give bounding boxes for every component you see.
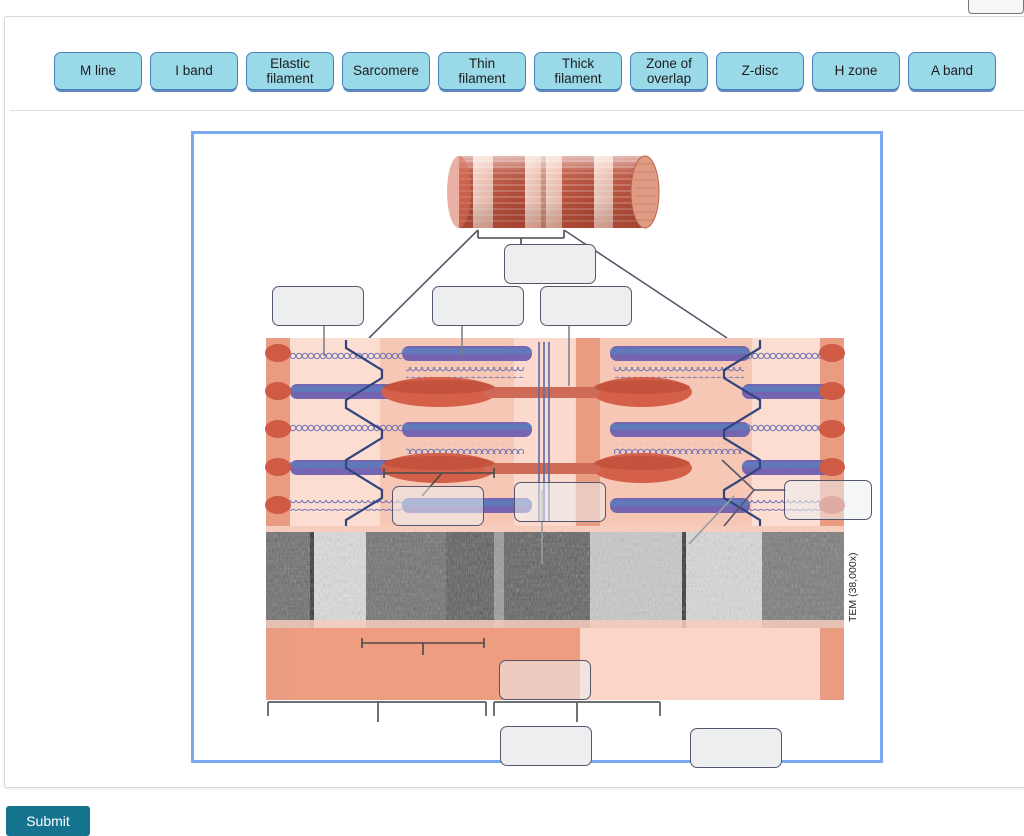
answer-slot-mid-center[interactable] bbox=[514, 482, 606, 522]
top-toolbar-button[interactable] bbox=[968, 0, 1024, 14]
diagram-frame: TEM (38,000x) bbox=[191, 131, 883, 768]
question-card: M line I band Elastic filament Sarcomere… bbox=[4, 16, 1024, 788]
word-chip-elastic-filament[interactable]: Elastic filament bbox=[246, 52, 334, 90]
page-root: M line I band Elastic filament Sarcomere… bbox=[0, 0, 1024, 836]
answer-slot-bottom-right[interactable] bbox=[690, 728, 782, 768]
word-chip-h-zone[interactable]: H zone bbox=[812, 52, 900, 90]
word-chip-m-line[interactable]: M line bbox=[54, 52, 142, 90]
answer-slot-bottom-left[interactable] bbox=[500, 726, 592, 766]
word-chip-z-disc[interactable]: Z-disc bbox=[716, 52, 804, 90]
word-bank-chip-list: M line I band Elastic filament Sarcomere… bbox=[54, 52, 996, 90]
horizontal-scrollbar[interactable] bbox=[4, 766, 1024, 790]
word-chip-zone-of-overlap[interactable]: Zone of overlap bbox=[630, 52, 708, 90]
word-chip-a-band[interactable]: A band bbox=[908, 52, 996, 90]
word-chip-thin-filament[interactable]: Thin filament bbox=[438, 52, 526, 90]
word-chip-sarcomere[interactable]: Sarcomere bbox=[342, 52, 430, 90]
answer-slot-upper-right[interactable] bbox=[540, 286, 632, 326]
answer-slot-lower-center[interactable] bbox=[499, 660, 591, 700]
answer-slot-mid-right[interactable] bbox=[784, 480, 872, 520]
answer-slot-mid-left[interactable] bbox=[392, 486, 484, 526]
word-bank-panel: M line I band Elastic filament Sarcomere… bbox=[10, 18, 1024, 111]
myofibril-cylinder bbox=[447, 155, 660, 229]
answer-slot-myofibril-top[interactable] bbox=[504, 244, 596, 284]
micrograph-caption: TEM (38,000x) bbox=[847, 553, 859, 622]
submit-button[interactable]: Submit bbox=[6, 806, 90, 836]
answer-slot-upper-left[interactable] bbox=[272, 286, 364, 326]
answer-slot-upper-mid[interactable] bbox=[432, 286, 524, 326]
word-chip-i-band[interactable]: I band bbox=[150, 52, 238, 90]
bottom-brackets bbox=[267, 701, 661, 722]
tem-micrograph bbox=[266, 526, 844, 628]
word-chip-thick-filament[interactable]: Thick filament bbox=[534, 52, 622, 90]
